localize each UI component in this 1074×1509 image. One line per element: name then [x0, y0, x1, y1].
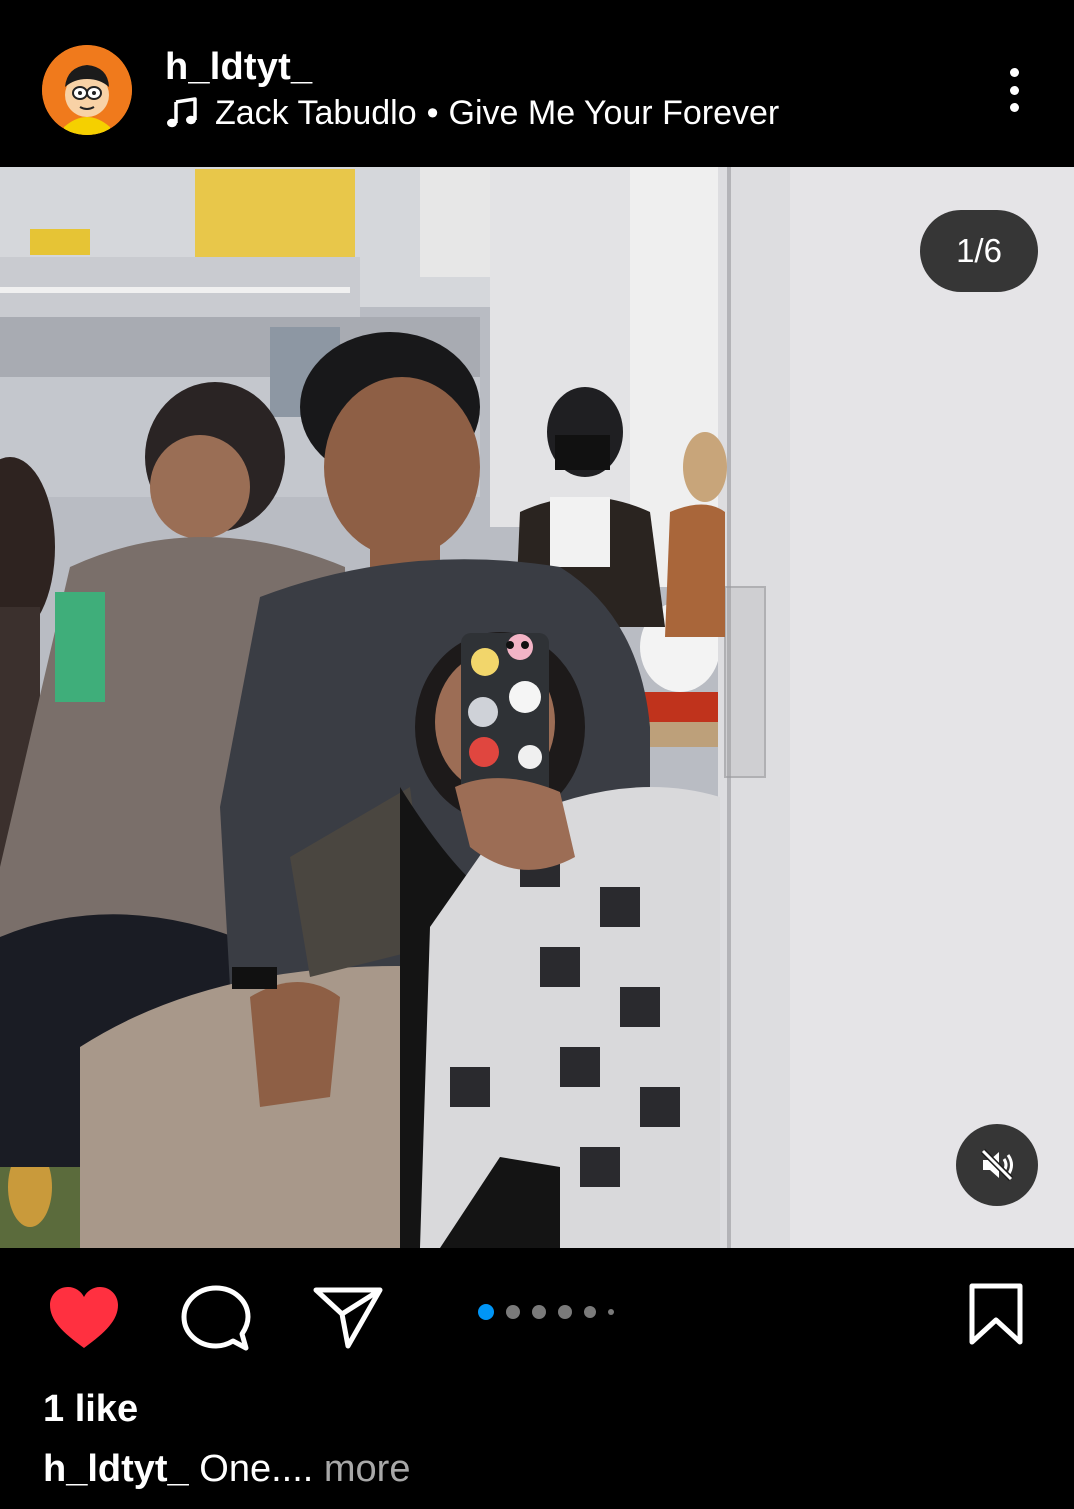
caption-text: One....: [199, 1448, 314, 1490]
mute-button[interactable]: [956, 1124, 1038, 1206]
music-row[interactable]: Zack Tabudlo • Give Me Your Forever: [165, 92, 779, 134]
send-icon[interactable]: [312, 1284, 384, 1350]
avatar[interactable]: [42, 45, 132, 135]
carousel-indicator: [478, 1304, 626, 1320]
post-actions-bar: [0, 1248, 1074, 1380]
caption-username[interactable]: h_ldtyt_: [43, 1448, 189, 1490]
music-separator: •: [426, 93, 439, 132]
carousel-dot: [532, 1305, 546, 1319]
bookmark-icon[interactable]: [966, 1282, 1026, 1348]
instagram-post-screen: h_ldtyt_ Zack Tabudlo • Give Me Your For…: [0, 0, 1074, 1509]
music-artist: Zack Tabudlo: [215, 93, 417, 132]
more-vertical-icon-dot: [1009, 68, 1019, 77]
more-vertical-icon-dot: [1009, 103, 1019, 112]
carousel-dot-active: [478, 1304, 494, 1320]
comment-icon[interactable]: [180, 1284, 252, 1354]
music-song: Give Me Your Forever: [448, 93, 780, 132]
more-options-button[interactable]: [994, 62, 1034, 118]
heart-icon[interactable]: [48, 1286, 120, 1350]
carousel-counter-badge: 1/6: [920, 210, 1038, 292]
caption-more-link[interactable]: more: [324, 1448, 411, 1490]
likes-count[interactable]: 1 like: [43, 1388, 138, 1431]
carousel-dot: [608, 1309, 614, 1315]
photo-image: [0, 167, 1074, 1248]
avatar-cartoon-icon: [42, 45, 132, 135]
post-header: h_ldtyt_ Zack Tabudlo • Give Me Your For…: [0, 0, 1074, 167]
more-vertical-icon-dot: [1009, 85, 1019, 95]
carousel-dot: [584, 1306, 596, 1318]
username[interactable]: h_ldtyt_: [165, 46, 312, 89]
carousel-dot: [558, 1305, 572, 1319]
caption[interactable]: h_ldtyt_ One.... more: [43, 1448, 410, 1491]
post-photo[interactable]: 1/6: [0, 167, 1074, 1248]
carousel-dot: [506, 1305, 520, 1319]
muted-speaker-icon: [980, 1148, 1014, 1182]
music-note-icon: [167, 97, 197, 128]
